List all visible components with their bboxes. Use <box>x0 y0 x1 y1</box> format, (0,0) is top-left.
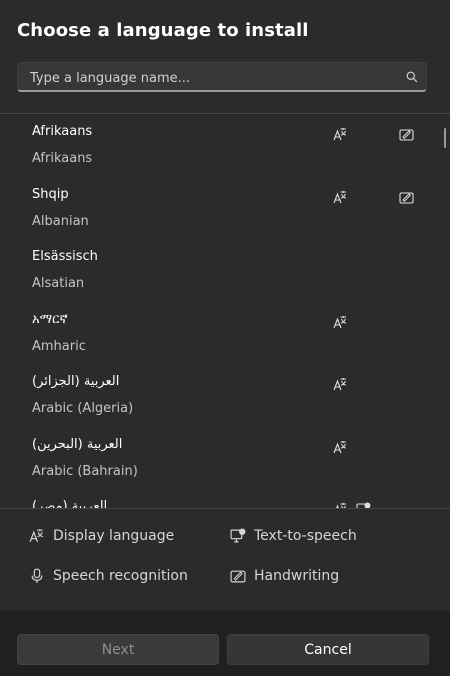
language-english-name: Alsatian <box>32 276 85 291</box>
legend-label: Speech recognition <box>53 568 188 584</box>
dialog-footer: Next Cancel <box>0 611 450 676</box>
microphone-icon <box>29 568 45 584</box>
list-item[interactable]: Afrikaans Afrikaans <box>0 114 450 177</box>
language-native-name: العربية (مصر) <box>32 499 108 508</box>
list-item[interactable]: Shqip Albanian <box>0 177 450 240</box>
display-language-icon <box>29 528 45 544</box>
language-list[interactable]: Afrikaans Afrikaans Shqip Albanian Elsäs… <box>0 114 450 508</box>
language-native-name: Afrikaans <box>32 124 93 139</box>
handwriting-icon <box>230 568 246 584</box>
legend-label: Handwriting <box>254 568 340 584</box>
dialog-title: Choose a language to install <box>17 20 309 41</box>
search-input[interactable] <box>28 63 402 93</box>
list-item[interactable]: Elsässisch Alsatian <box>0 239 450 302</box>
handwriting-icon <box>399 190 414 205</box>
legend-label: Text-to-speech <box>254 528 357 544</box>
legend-handwriting: Handwriting <box>230 568 339 584</box>
language-english-name: Arabic (Algeria) <box>32 401 134 416</box>
display-language-icon <box>333 127 348 142</box>
language-native-name: Shqip <box>32 186 69 202</box>
display-language-icon <box>333 440 348 455</box>
legend-speech-recognition: Speech recognition <box>29 568 188 584</box>
display-language-icon <box>333 190 348 205</box>
legend-label: Display language <box>53 528 175 544</box>
feature-legend: Display language Text-to-speech Speech r… <box>0 509 450 609</box>
language-english-name: Amharic <box>32 338 86 354</box>
language-english-name: Albanian <box>32 213 89 229</box>
language-native-name: العربية (البحرين) <box>32 436 123 452</box>
language-native-name: አማርኛ <box>32 311 68 327</box>
language-native-name: Elsässisch <box>32 249 98 264</box>
list-item[interactable]: العربية (الجزائر) Arabic (Algeria) <box>0 364 450 427</box>
language-native-name: العربية (الجزائر) <box>32 374 120 389</box>
search-box[interactable] <box>17 62 427 93</box>
legend-text-to-speech: Text-to-speech <box>230 528 357 544</box>
legend-display-language: Display language <box>29 528 174 544</box>
text-to-speech-icon <box>230 528 246 544</box>
list-item[interactable]: አማርኛ Amharic <box>0 302 450 365</box>
language-english-name: Arabic (Bahrain) <box>32 463 138 479</box>
search-icon[interactable] <box>406 71 418 83</box>
language-english-name: Afrikaans <box>32 151 93 166</box>
cancel-button[interactable]: Cancel <box>227 634 429 665</box>
display-language-icon <box>333 315 348 330</box>
list-item[interactable]: العربية (البحرين) Arabic (Bahrain) <box>0 427 450 490</box>
handwriting-icon <box>399 127 414 142</box>
list-item[interactable]: العربية (مصر) <box>0 489 450 508</box>
display-language-icon <box>333 377 348 392</box>
scrollbar-thumb[interactable] <box>444 128 446 148</box>
next-button[interactable]: Next <box>17 634 219 665</box>
